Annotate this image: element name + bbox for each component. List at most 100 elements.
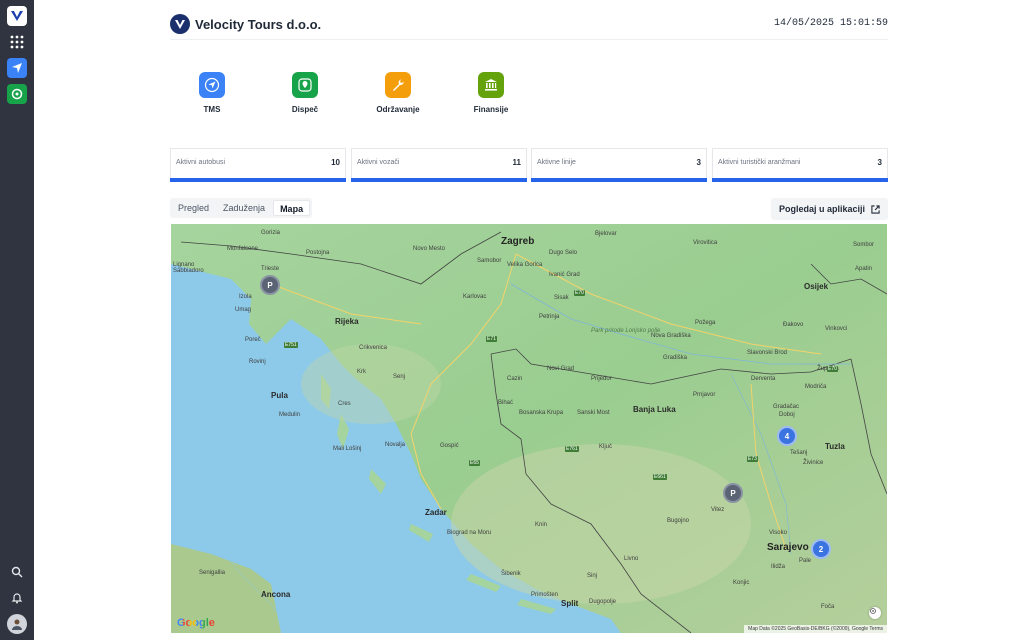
- city-label: Vinkovci: [825, 326, 848, 332]
- wrench-icon: [385, 72, 411, 98]
- open-in-app-label: Pogledaj u aplikaciji: [778, 204, 865, 214]
- city-label: Apatin: [855, 266, 873, 272]
- locate-me-icon[interactable]: [869, 607, 881, 619]
- city-label: Biograd na Moru: [447, 530, 492, 536]
- city-label: Ivanić Grad: [549, 272, 580, 278]
- city-label: Krk: [357, 369, 366, 375]
- tab-overview[interactable]: Pregled: [172, 200, 215, 216]
- current-datetime: 14/05/2025 15:01:59: [773, 18, 888, 29]
- city-label: Gradiška: [663, 355, 688, 361]
- city-label: Bosanska Krupa: [519, 410, 564, 416]
- tab-map[interactable]: Mapa: [273, 200, 311, 216]
- bank-icon: [478, 72, 504, 98]
- dispatch-app-icon[interactable]: [7, 84, 27, 104]
- stat-label: Aktivni turistički aranžmani: [718, 159, 801, 166]
- stat-active-drivers: Aktivni vozači 11: [351, 148, 527, 182]
- city-label: Gradačac: [773, 404, 800, 410]
- city-label: Izola: [239, 294, 252, 300]
- city-label: Bugojno: [667, 518, 690, 524]
- stat-label: Aktivni vozači: [357, 159, 400, 166]
- city-label: Cres: [338, 401, 351, 407]
- city-label: Prijedor: [591, 376, 612, 382]
- city-label: Modriča: [805, 384, 827, 390]
- module-label: Održavanje: [376, 105, 420, 114]
- highway-shield: E70: [574, 290, 585, 296]
- highway-shield: E73: [747, 456, 758, 462]
- module-dispatch[interactable]: Dispeč: [275, 72, 335, 114]
- city-label: Osijek: [804, 282, 829, 291]
- city-label: Prnjavor: [693, 392, 716, 398]
- view-tabs: Pregled Zaduženja Mapa: [170, 198, 313, 218]
- city-label: Banja Luka: [633, 405, 676, 414]
- highway-shield: E70: [827, 366, 838, 372]
- apps-grid-icon[interactable]: [7, 32, 27, 52]
- city-label: Sisak: [554, 295, 569, 301]
- map-attribution: Map Data ©2025 GeoBasis-DE/BKG (©2009), …: [744, 625, 887, 633]
- highway-shield: E661: [653, 474, 667, 480]
- stat-label: Aktivni autobusi: [176, 159, 226, 166]
- stat-value: 3: [696, 158, 701, 167]
- city-label: Rijeka: [335, 317, 359, 326]
- city-label: Monfalcone: [227, 246, 259, 252]
- city-label: Ancona: [261, 590, 291, 599]
- stat-value: 3: [877, 158, 882, 167]
- map-park-label: Park prirode Lonjsko polje: [591, 328, 661, 334]
- city-label: Crikvenica: [359, 345, 388, 351]
- city-label: Petrinja: [539, 314, 560, 320]
- tms-app-icon[interactable]: [7, 58, 27, 78]
- city-label: Mali Lošinj: [333, 446, 362, 452]
- page-header: Velocity Tours d.o.o. 14/05/2025 15:01:5…: [170, 10, 888, 40]
- map-view[interactable]: Zagreb Rijeka Pula Zadar Split Sarajevo …: [171, 224, 887, 633]
- user-avatar[interactable]: [7, 614, 27, 634]
- city-label: Rovinj: [249, 359, 266, 365]
- bell-icon[interactable]: [7, 588, 27, 608]
- highway-shield: E65: [469, 460, 480, 466]
- city-label: Cazin: [507, 376, 523, 382]
- location-pin-icon: [292, 72, 318, 98]
- city-label: Gorizia: [261, 230, 281, 236]
- stat-active-lines: Aktivne linije 3: [531, 148, 707, 182]
- city-label: Primošten: [531, 592, 559, 598]
- google-logo-text: Google: [177, 617, 215, 629]
- city-label: Sanski Most: [577, 410, 610, 416]
- city-label: Virovitica: [693, 240, 718, 246]
- city-label: Šibenik: [501, 571, 521, 577]
- map-cluster-marker[interactable]: 2: [811, 539, 831, 559]
- city-label: Tešanj: [790, 450, 808, 456]
- stat-active-buses: Aktivni autobusi 10: [170, 148, 346, 182]
- map-cluster-marker[interactable]: 4: [777, 426, 797, 446]
- city-label: Velika Gorica: [507, 262, 543, 268]
- city-label: Dugopolje: [589, 599, 617, 605]
- stat-label: Aktivne linije: [537, 159, 576, 166]
- city-label: Živinice: [803, 460, 824, 466]
- module-label: TMS: [203, 105, 221, 114]
- city-label: Lignano Sabbiadoro: [173, 262, 204, 274]
- app-rail: [0, 0, 34, 640]
- stat-value: 10: [331, 158, 340, 167]
- module-label: Finansije: [473, 105, 509, 114]
- velocity-logo-icon[interactable]: [7, 6, 27, 26]
- city-label: Gospić: [440, 443, 459, 449]
- search-icon[interactable]: [7, 562, 27, 582]
- city-label: Pula: [271, 391, 288, 400]
- city-label: Dugo Selo: [549, 250, 578, 256]
- city-label: Bihać: [498, 400, 514, 406]
- map-parking-marker[interactable]: P: [723, 483, 743, 503]
- city-label: Poreč: [245, 337, 261, 343]
- stat-bar: [170, 178, 346, 182]
- city-label: Derventa: [751, 376, 776, 382]
- city-label: Livno: [624, 556, 639, 562]
- stat-bar: [351, 178, 527, 182]
- highway-shield: E71: [486, 336, 497, 342]
- city-label: Tuzla: [825, 442, 845, 451]
- city-label: Trieste: [261, 266, 280, 272]
- city-label: Karlovac: [463, 294, 487, 300]
- module-maintenance[interactable]: Održavanje: [368, 72, 428, 114]
- open-in-app-button[interactable]: Pogledaj u aplikaciji: [770, 198, 888, 220]
- tab-assignments[interactable]: Zaduženja: [217, 200, 271, 216]
- module-finance[interactable]: Finansije: [461, 72, 521, 114]
- stat-active-tours: Aktivni turistički aranžmani 3: [712, 148, 888, 182]
- city-label: Postojna: [306, 250, 330, 256]
- module-tms[interactable]: TMS: [182, 72, 242, 114]
- map-parking-marker[interactable]: P: [260, 275, 280, 295]
